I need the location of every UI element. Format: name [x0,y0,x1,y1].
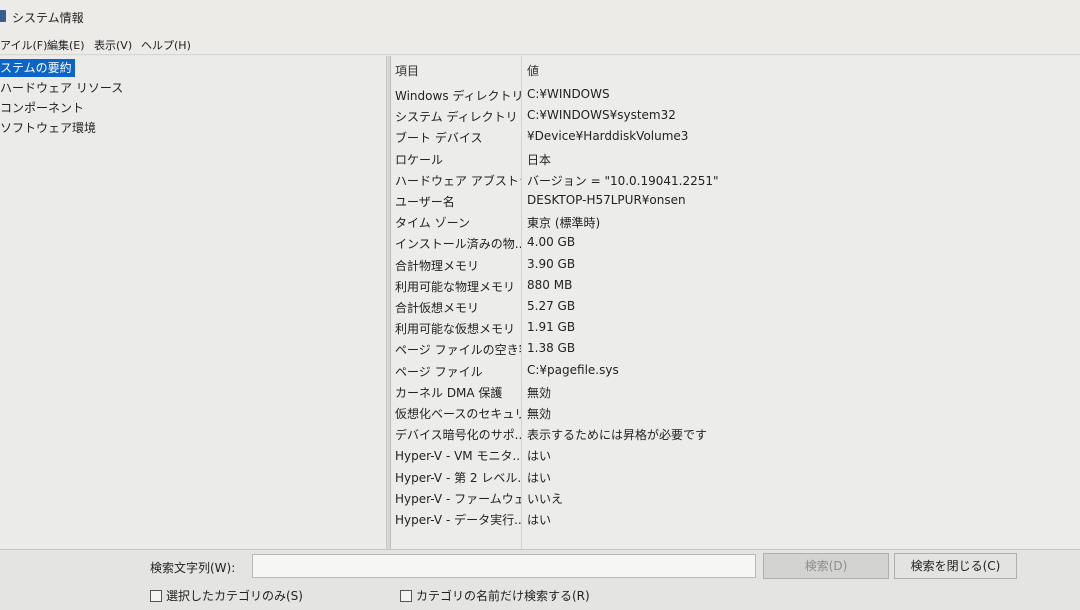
table-row[interactable]: Windows ディレクトリ C:¥WINDOWS [391,84,1080,105]
table-row[interactable]: システム ディレクトリ C:¥WINDOWS¥system32 [391,105,1080,126]
column-header-item[interactable]: 項目 [395,62,419,79]
row-item: 合計物理メモリ [395,258,480,273]
table-row[interactable]: ページ ファイル C:¥pagefile.sys [391,360,1080,381]
table-row[interactable]: 合計物理メモリ 3.90 GB [391,254,1080,275]
menu-edit[interactable]: 編集(E) [47,37,85,53]
row-item: タイム ゾーン [395,216,470,231]
row-item: 合計仮想メモリ [395,301,480,315]
category-names-only-label: カテゴリの名前だけ検索する(R) [416,589,590,603]
checkbox-icon[interactable] [400,589,412,602]
row-value: 1.91 GB [527,320,576,335]
row-item: 利用可能な物理メモリ [395,279,516,294]
row-item: Hyper-V - データ実行... [395,513,521,527]
table-row[interactable]: 利用可能な物理メモリ 880 MB [391,275,1080,296]
row-value: 日本 [527,152,552,167]
row-value: 1.38 GB [527,341,576,356]
row-value: はい [527,470,552,485]
table-row[interactable]: Hyper-V - ファームウェ... いいえ [391,487,1080,508]
row-item: デバイス暗号化のサポ... [395,428,521,443]
row-value: ¥Device¥HarddiskVolume3 [527,129,689,144]
row-item: Hyper-V - ファームウェ... [395,491,521,506]
tree-item-components[interactable]: コンポーネント [0,99,87,117]
row-value: 東京 (標準時) [527,216,601,231]
row-value: いいえ [527,491,564,506]
search-button[interactable]: 検索(D) [763,553,889,579]
row-item: ユーザー名 [395,195,455,209]
search-input[interactable] [252,554,756,578]
table-row[interactable]: 利用可能な仮想メモリ 1.91 GB [391,317,1080,338]
row-value: 無効 [527,407,552,421]
table-row[interactable]: Hyper-V - 第 2 レベル... はい [391,466,1080,487]
row-value: はい [527,449,552,464]
row-item: Windows ディレクトリ [395,89,521,103]
table-row[interactable]: 仮想化ベースのセキュリ... 無効 [391,402,1080,423]
table-row[interactable]: ページ ファイルの空き容... 1.38 GB [391,338,1080,359]
row-value: 880 MB [527,277,573,292]
row-value: 4.00 GB [527,235,576,250]
system-info-app-icon [0,10,6,22]
row-item: カーネル DMA 保護 [395,385,503,400]
tree-item-software-environment[interactable]: ソフトウェア環境 [0,119,99,137]
selected-category-only-label: 選択したカテゴリのみ(S) [166,589,303,603]
window-title: システム情報 [12,11,84,25]
row-value: 無効 [527,385,552,400]
row-item: Hyper-V - 第 2 レベル... [395,470,521,485]
row-value: DESKTOP-H57LPUR¥onsen [527,193,686,207]
table-row[interactable]: ハードウェア アブストラク... バージョン = "10.0.19041.2251… [391,169,1080,190]
table-row[interactable]: ユーザー名 DESKTOP-H57LPUR¥onsen [391,190,1080,211]
table-row[interactable]: タイム ゾーン 東京 (標準時) [391,211,1080,232]
search-label: 検索文字列(W): [150,561,236,575]
details-table: 項目 値 Windows ディレクトリ C:¥WINDOWS システム ディレクトリ… [391,56,1080,549]
table-row[interactable]: インストール済みの物... 4.00 GB [391,232,1080,253]
table-row[interactable]: デバイス暗号化のサポ... 表示するためには昇格が必要です [391,423,1080,444]
search-bar: 検索文字列(W): 検索(D) 検索を閉じる(C) 選択したカテゴリのみ(S) … [0,549,1080,610]
category-names-only-option[interactable]: カテゴリの名前だけ検索する(R) [400,587,590,604]
row-item: ロケール [395,152,444,167]
menu-file[interactable]: アイル(F) [0,37,47,53]
table-row[interactable]: カーネル DMA 保護 無効 [391,381,1080,402]
menu-view[interactable]: 表示(V) [94,37,132,53]
row-item: ページ ファイル [395,364,483,379]
column-header-value[interactable]: 値 [527,62,539,79]
checkbox-icon[interactable] [150,589,162,602]
menu-bar: アイル(F) 編集(E) 表示(V) ヘルプ(H) [0,34,1080,55]
title-bar: システム情報 [0,0,1080,35]
row-value: 3.90 GB [527,256,576,271]
table-row[interactable]: ブート デバイス ¥Device¥HarddiskVolume3 [391,126,1080,147]
table-row[interactable]: Hyper-V - VM モニタ... はい [391,444,1080,465]
selected-category-only-option[interactable]: 選択したカテゴリのみ(S) [150,587,303,604]
row-value: C:¥WINDOWS¥system32 [527,108,676,123]
row-item: ページ ファイルの空き容... [395,343,521,358]
row-value: 表示するためには昇格が必要です [527,428,708,443]
row-item: 仮想化ベースのセキュリ... [395,407,521,421]
row-item: システム ディレクトリ [395,110,518,125]
table-row[interactable]: 合計仮想メモリ 5.27 GB [391,296,1080,317]
row-item: Hyper-V - VM モニタ... [395,449,521,464]
table-row[interactable]: Hyper-V - データ実行... はい [391,508,1080,529]
row-item: ブート デバイス [395,131,483,146]
row-value: 5.27 GB [527,299,576,313]
row-value: はい [527,513,552,527]
row-item: ハードウェア アブストラク... [395,173,521,188]
tree-item-hardware-resources[interactable]: ハードウェア リソース [0,79,126,97]
row-value: C:¥pagefile.sys [527,362,619,377]
tree-item-system-summary[interactable]: ステムの要約 [0,59,75,77]
row-item: 利用可能な仮想メモリ [395,322,516,337]
category-tree: ステムの要約 ハードウェア リソース コンポーネント ソフトウェア環境 [0,56,387,549]
row-value: C:¥WINDOWS [527,87,610,101]
row-value: バージョン = "10.0.19041.2251" [527,173,719,188]
table-row[interactable]: ロケール 日本 [391,148,1080,169]
menu-help[interactable]: ヘルプ(H) [141,37,191,53]
close-search-button[interactable]: 検索を閉じる(C) [894,553,1017,579]
row-item: インストール済みの物... [395,237,521,252]
